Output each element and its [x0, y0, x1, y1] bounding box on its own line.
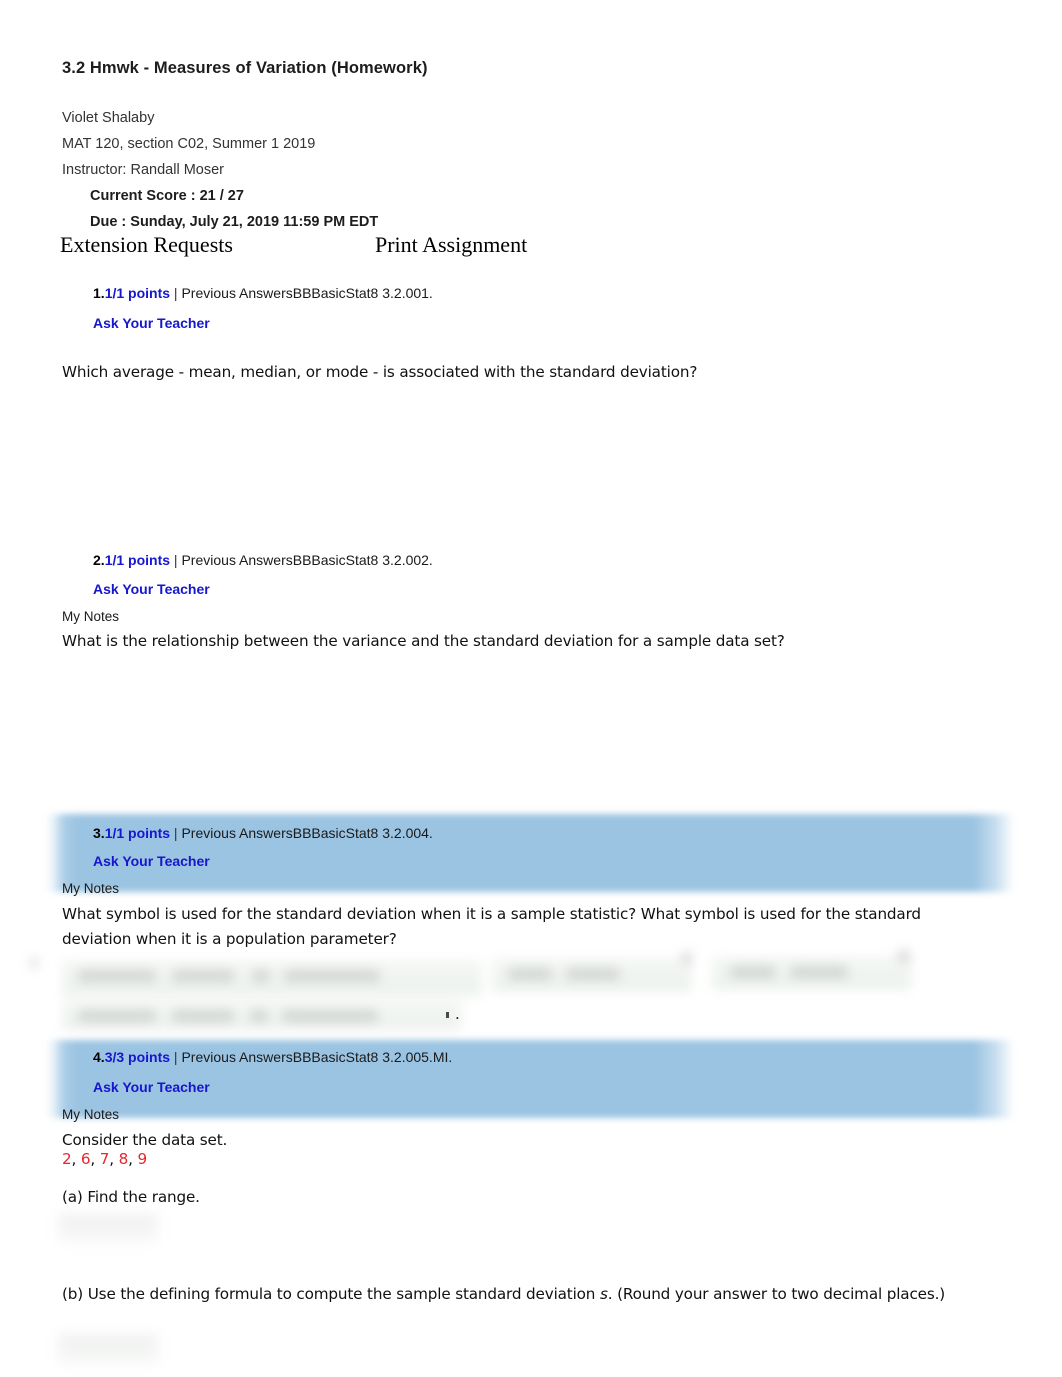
current-score: Current Score : 21 / 27	[90, 188, 244, 204]
question-3-caret	[446, 1012, 449, 1018]
instructor-name: Instructor: Randall Moser	[62, 162, 224, 178]
question-3-source: Previous AnswersBBBasicStat8 3.2.004.	[181, 825, 433, 841]
question-2-number: 2.	[93, 552, 105, 568]
my-notes-3[interactable]: My Notes	[62, 881, 119, 896]
question-1-points: 1/1 points	[104, 285, 171, 301]
question-2-prompt: What is the relationship between the var…	[62, 632, 785, 650]
dataset-value-4: 9	[137, 1150, 148, 1168]
question-2-points: 1/1 points	[104, 552, 171, 568]
ask-your-teacher-4[interactable]: Ask Your Teacher	[93, 1079, 210, 1095]
question-4-number: 4.	[93, 1049, 105, 1065]
question-2-source: Previous AnswersBBBasicStat8 3.2.002.	[181, 552, 433, 568]
dataset-value-0: 2	[62, 1150, 72, 1168]
extension-requests-link[interactable]: Extension Requests	[60, 232, 233, 258]
dataset-sep-2: ,	[109, 1150, 119, 1168]
dataset-sep-3: ,	[128, 1150, 138, 1168]
assignment-actions: Extension Requests Print Assignment	[60, 232, 960, 262]
ask-your-teacher-2[interactable]: Ask Your Teacher	[93, 581, 210, 597]
dataset-value-3: 8	[118, 1150, 129, 1168]
question-4-part-b-label: (b) Use the defining formula to compute …	[62, 1282, 962, 1307]
question-4-points: 3/3 points	[104, 1049, 171, 1065]
my-notes-2[interactable]: My Notes	[62, 609, 119, 624]
dataset-value-1: 6	[80, 1150, 91, 1168]
assignment-page: 3.2 Hmwk - Measures of Variation (Homewo…	[0, 0, 1062, 1377]
page-title: 3.2 Hmwk - Measures of Variation (Homewo…	[62, 59, 428, 77]
dataset-sep-0: ,	[71, 1150, 81, 1168]
question-4-part-b-answer-field[interactable]	[58, 1334, 158, 1364]
question-2-separator: |	[170, 552, 182, 568]
question-1-header: 1.1/1 points | Previous AnswersBBBasicSt…	[93, 285, 433, 301]
question-1-source: Previous AnswersBBBasicStat8 3.2.001.	[181, 285, 433, 301]
question-3-number: 3.	[93, 825, 105, 841]
question-1-separator: |	[170, 285, 182, 301]
student-name: Violet Shalaby	[62, 110, 155, 126]
question-4-prompt: Consider the data set.	[62, 1131, 228, 1149]
dataset-sep-1: ,	[90, 1150, 100, 1168]
question-2-header: 2.1/1 points | Previous AnswersBBBasicSt…	[93, 552, 433, 568]
question-3-separator: |	[170, 825, 182, 841]
ask-your-teacher-1[interactable]: Ask Your Teacher	[93, 315, 210, 331]
ask-your-teacher-3[interactable]: Ask Your Teacher	[93, 853, 210, 869]
print-assignment-link[interactable]: Print Assignment	[375, 232, 527, 258]
question-3-period: .	[455, 1005, 460, 1023]
question-4-part-b-pre: (b) Use the defining formula to compute …	[62, 1285, 600, 1303]
question-4-separator: |	[170, 1049, 182, 1065]
my-notes-4[interactable]: My Notes	[62, 1107, 119, 1122]
question-4-part-a-answer-field[interactable]	[58, 1214, 158, 1242]
dataset-value-2: 7	[99, 1150, 110, 1168]
question-4-header: 4.3/3 points | Previous AnswersBBBasicSt…	[93, 1049, 452, 1065]
question-4-part-b-post: . (Round your answer to two decimal plac…	[607, 1285, 946, 1303]
question-4-source: Previous AnswersBBBasicStat8 3.2.005.MI.	[181, 1049, 453, 1065]
question-1-number: 1.	[93, 285, 105, 301]
course-section: MAT 120, section C02, Summer 1 2019	[62, 136, 316, 152]
due-date: Due : Sunday, July 21, 2019 11:59 PM EDT	[90, 214, 379, 230]
question-4-part-a-label: (a) Find the range.	[62, 1188, 200, 1206]
question-3-header: 3.1/1 points | Previous AnswersBBBasicSt…	[93, 825, 433, 841]
question-4-part-b-symbol: s	[599, 1285, 608, 1303]
question-3-points: 1/1 points	[104, 825, 171, 841]
question-4-dataset: 2, 6, 7, 8, 9	[62, 1150, 147, 1168]
question-3-prompt: What symbol is used for the standard dev…	[62, 905, 921, 948]
question-1-prompt: Which average - mean, median, or mode - …	[62, 363, 698, 381]
